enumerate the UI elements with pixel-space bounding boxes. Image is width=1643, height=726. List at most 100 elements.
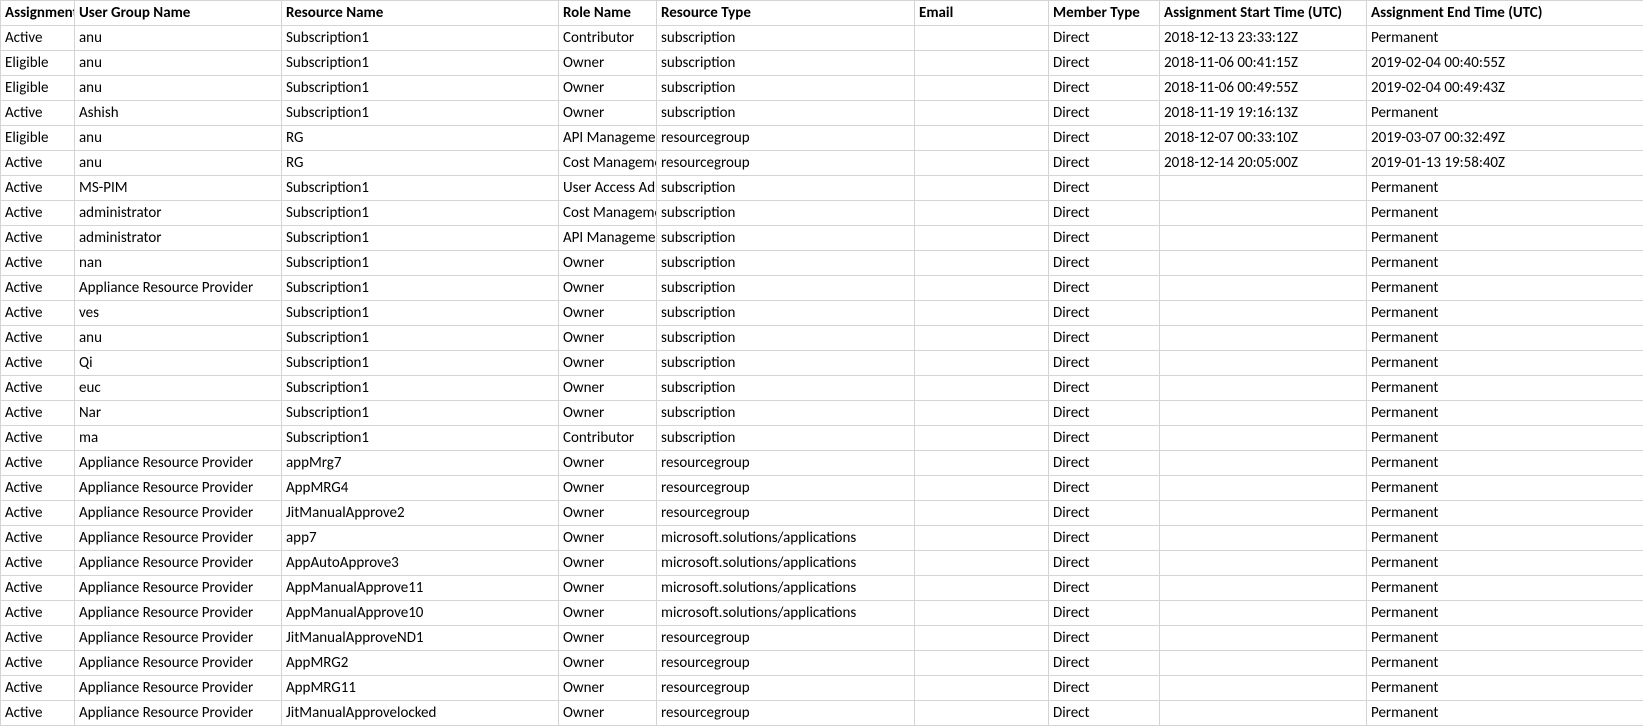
cell[interactable]: RG (282, 126, 559, 151)
cell[interactable] (915, 701, 1049, 726)
cell[interactable]: Permanent (1367, 576, 1643, 601)
table-row[interactable]: ActiveAshishSubscription1Ownersubscripti… (1, 101, 1643, 126)
cell[interactable]: Active (1, 276, 75, 301)
cell[interactable]: Permanent (1367, 526, 1643, 551)
cell[interactable]: resourcegroup (657, 701, 915, 726)
cell[interactable]: subscription (657, 176, 915, 201)
cell[interactable] (1160, 701, 1367, 726)
cell[interactable]: app7 (282, 526, 559, 551)
cell[interactable]: 2018-11-19 19:16:13Z (1160, 101, 1367, 126)
cell[interactable]: Direct (1049, 176, 1160, 201)
cell[interactable]: Active (1, 701, 75, 726)
cell[interactable]: Appliance Resource Provider (75, 451, 282, 476)
cell[interactable]: Direct (1049, 626, 1160, 651)
table-row[interactable]: ActiveanuSubscription1Contributorsubscri… (1, 26, 1643, 51)
table-row[interactable]: ActiveAppliance Resource Providerapp7Own… (1, 526, 1643, 551)
cell[interactable] (915, 101, 1049, 126)
cell[interactable]: Owner (559, 601, 657, 626)
cell[interactable]: Permanent (1367, 701, 1643, 726)
cell[interactable]: Direct (1049, 351, 1160, 376)
cell[interactable] (1160, 301, 1367, 326)
cell[interactable]: Active (1, 676, 75, 701)
cell[interactable] (1160, 526, 1367, 551)
cell[interactable]: Owner (559, 401, 657, 426)
cell[interactable]: Subscription1 (282, 101, 559, 126)
cell[interactable]: Direct (1049, 451, 1160, 476)
cell[interactable] (1160, 476, 1367, 501)
cell[interactable]: 2019-01-13 19:58:40Z (1367, 151, 1643, 176)
cell[interactable] (915, 376, 1049, 401)
table-row[interactable]: ActivemaSubscription1Contributorsubscrip… (1, 426, 1643, 451)
cell[interactable]: Active (1, 601, 75, 626)
cell[interactable]: anu (75, 126, 282, 151)
cell[interactable]: JitManualApprove2 (282, 501, 559, 526)
cell[interactable] (915, 526, 1049, 551)
cell[interactable]: Direct (1049, 676, 1160, 701)
cell[interactable]: Permanent (1367, 376, 1643, 401)
col-assignment-start[interactable]: Assignment Start Time (UTC) (1160, 1, 1367, 26)
cell[interactable]: Permanent (1367, 451, 1643, 476)
cell[interactable]: nan (75, 251, 282, 276)
cell[interactable]: subscription (657, 401, 915, 426)
cell[interactable]: Active (1, 401, 75, 426)
cell[interactable]: Active (1, 501, 75, 526)
cell[interactable]: microsoft.solutions/applications (657, 576, 915, 601)
cell[interactable]: Permanent (1367, 676, 1643, 701)
cell[interactable]: Appliance Resource Provider (75, 551, 282, 576)
cell[interactable]: Active (1, 426, 75, 451)
cell[interactable]: Owner (559, 326, 657, 351)
cell[interactable]: MS-PIM (75, 176, 282, 201)
cell[interactable]: Eligible (1, 51, 75, 76)
cell[interactable] (915, 626, 1049, 651)
cell[interactable]: Permanent (1367, 426, 1643, 451)
cell[interactable]: Owner (559, 576, 657, 601)
cell[interactable]: subscription (657, 376, 915, 401)
cell[interactable]: anu (75, 51, 282, 76)
cell[interactable] (1160, 551, 1367, 576)
table-row[interactable]: ActiveadministratorSubscription1Cost Man… (1, 201, 1643, 226)
cell[interactable]: Subscription1 (282, 426, 559, 451)
cell[interactable]: Subscription1 (282, 51, 559, 76)
cell[interactable]: Active (1, 176, 75, 201)
cell[interactable]: Active (1, 26, 75, 51)
table-row[interactable]: ActiveAppliance Resource ProviderAppMRG2… (1, 651, 1643, 676)
cell[interactable] (1160, 401, 1367, 426)
table-row[interactable]: EligibleanuSubscription1Ownersubscriptio… (1, 51, 1643, 76)
cell[interactable]: Active (1, 451, 75, 476)
cell[interactable]: Owner (559, 476, 657, 501)
cell[interactable]: Appliance Resource Provider (75, 601, 282, 626)
cell[interactable]: subscription (657, 101, 915, 126)
table-row[interactable]: ActiveAppliance Resource ProviderAppManu… (1, 601, 1643, 626)
cell[interactable]: Direct (1049, 701, 1160, 726)
col-resource-type[interactable]: Resource Type (657, 1, 915, 26)
table-row[interactable]: ActiveeucSubscription1OwnersubscriptionD… (1, 376, 1643, 401)
cell[interactable]: Active (1, 251, 75, 276)
cell[interactable]: Subscription1 (282, 351, 559, 376)
cell[interactable]: Active (1, 351, 75, 376)
cell[interactable]: Owner (559, 51, 657, 76)
cell[interactable]: Owner (559, 276, 657, 301)
cell[interactable]: Owner (559, 301, 657, 326)
cell[interactable]: Appliance Resource Provider (75, 276, 282, 301)
col-member-type[interactable]: Member Type (1049, 1, 1160, 26)
cell[interactable]: 2018-11-06 00:49:55Z (1160, 76, 1367, 101)
cell[interactable] (915, 326, 1049, 351)
cell[interactable]: Permanent (1367, 551, 1643, 576)
cell[interactable] (1160, 651, 1367, 676)
cell[interactable]: Permanent (1367, 476, 1643, 501)
cell[interactable]: Contributor (559, 26, 657, 51)
table-row[interactable]: ActiveQiSubscription1OwnersubscriptionDi… (1, 351, 1643, 376)
cell[interactable]: 2018-11-06 00:41:15Z (1160, 51, 1367, 76)
cell[interactable]: Active (1, 226, 75, 251)
cell[interactable] (1160, 676, 1367, 701)
cell[interactable]: 2019-02-04 00:49:43Z (1367, 76, 1643, 101)
cell[interactable]: subscription (657, 301, 915, 326)
cell[interactable]: Owner (559, 501, 657, 526)
cell[interactable]: microsoft.solutions/applications (657, 551, 915, 576)
cell[interactable]: Direct (1049, 576, 1160, 601)
table-row[interactable]: ActiveAppliance Resource ProviderAppMRG1… (1, 676, 1643, 701)
cell[interactable]: Owner (559, 526, 657, 551)
cell[interactable]: Owner (559, 101, 657, 126)
cell[interactable]: AppAutoApprove3 (282, 551, 559, 576)
cell[interactable]: Direct (1049, 376, 1160, 401)
